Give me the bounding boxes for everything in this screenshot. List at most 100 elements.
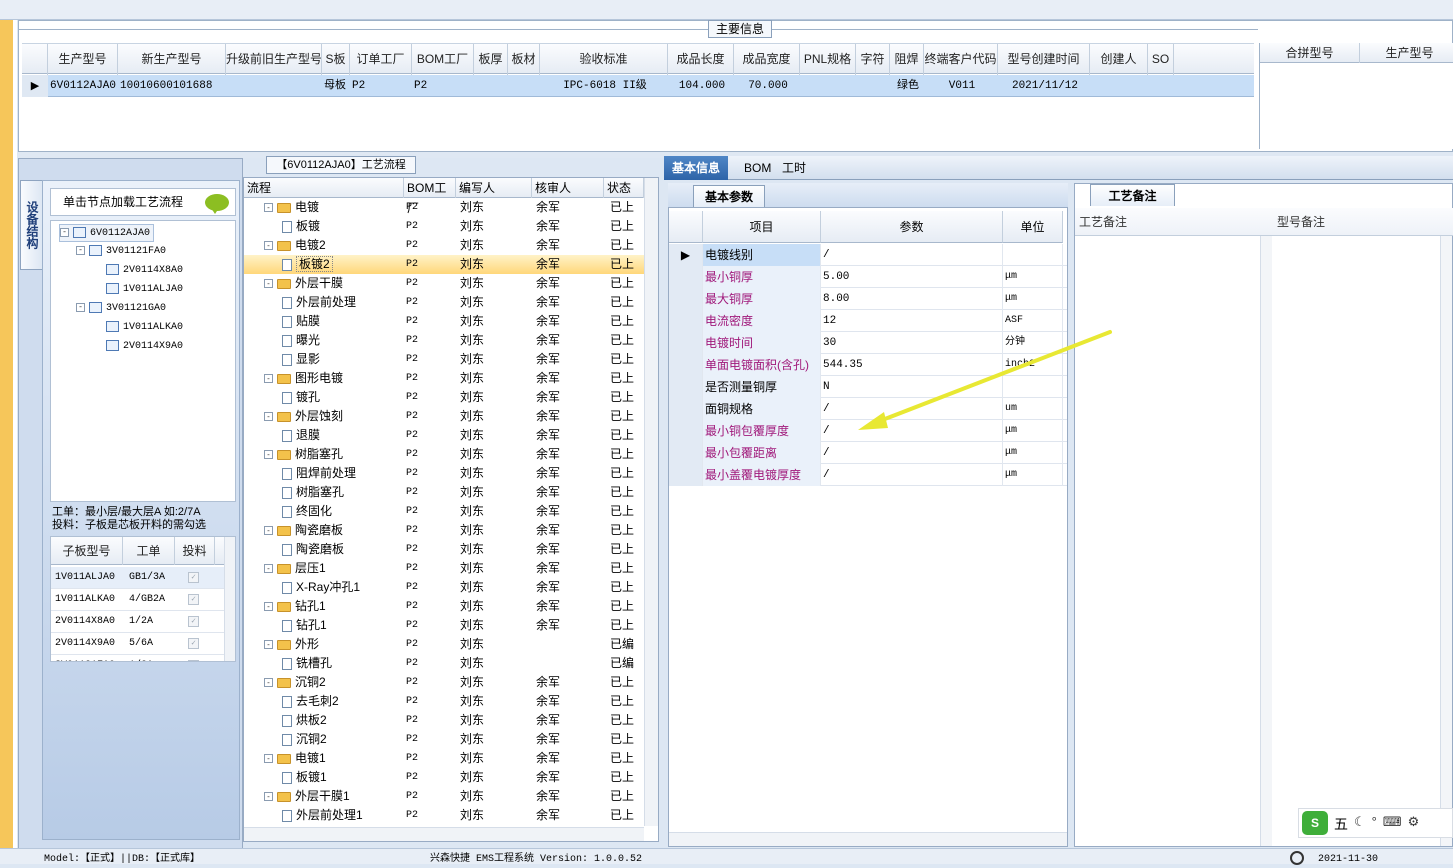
collapse-icon[interactable]: - xyxy=(76,302,85,312)
collapse-icon[interactable]: - xyxy=(264,412,273,422)
tab-work-hours[interactable]: 工时 xyxy=(774,156,814,180)
process-step[interactable]: 板镀2 P2 刘东 余军 已上 xyxy=(244,255,644,274)
collapse-icon[interactable]: - xyxy=(264,374,273,384)
column-header[interactable]: 编写人 xyxy=(456,178,532,198)
process-group[interactable]: - 树脂塞孔 P2 刘东 余军 已上 xyxy=(244,445,644,464)
column-header[interactable]: 板厚 xyxy=(474,44,508,75)
feed-checkbox[interactable]: ✓ xyxy=(188,572,199,583)
collapse-icon[interactable]: - xyxy=(264,279,273,289)
row-cell[interactable]: 绿色 xyxy=(890,75,924,97)
row-cell[interactable]: 10010600101688 xyxy=(118,75,226,97)
process-group[interactable]: - 沉铜2 P2 刘东 余军 已上 xyxy=(244,673,644,692)
process-step[interactable]: 曝光 P2 刘东 余军 已上 xyxy=(244,331,644,350)
row-cell[interactable]: P2 xyxy=(350,75,412,97)
column-header[interactable]: 升级前旧生产型号 xyxy=(226,44,322,75)
tab-basic-info[interactable]: 基本信息 xyxy=(664,156,729,180)
column-header[interactable]: 成品长度 xyxy=(668,44,734,75)
column-header[interactable]: BOM工厂 xyxy=(412,44,474,75)
column-header[interactable]: 成品宽度 xyxy=(734,44,800,75)
column-header[interactable]: 子板型号 xyxy=(51,537,123,565)
process-step[interactable]: 陶瓷磨板 P2 刘东 余军 已上 xyxy=(244,540,644,559)
row-cell[interactable]: V011 xyxy=(924,75,998,97)
param-hscroll[interactable] xyxy=(669,832,1067,846)
param-value[interactable]: 8.00 xyxy=(821,288,1003,310)
process-group[interactable]: - 外形 P2 刘东 已编 xyxy=(244,635,644,654)
collapse-icon[interactable]: - xyxy=(264,203,273,213)
row-cell[interactable]: 70.000 xyxy=(734,75,800,97)
process-step[interactable]: 沉铜2 P2 刘东 余军 已上 xyxy=(244,730,644,749)
sub-board-row[interactable]: 2V0114X8A0 1/2A ✓ xyxy=(51,611,227,633)
row-cell[interactable] xyxy=(474,75,508,97)
tab-basic-params[interactable]: 基本参数 xyxy=(693,185,765,207)
sub-board-row[interactable]: 1V011ALKA0 4/GB2A ✓ xyxy=(51,589,227,611)
column-header[interactable]: 项目 xyxy=(703,211,821,243)
process-step[interactable]: 板镀1 P2 刘东 余军 已上 xyxy=(244,768,644,787)
process-step[interactable]: 镀孔 P2 刘东 余军 已上 xyxy=(244,388,644,407)
row-cell[interactable] xyxy=(800,75,856,97)
column-header[interactable]: 生产型号 xyxy=(1360,43,1453,63)
process-step[interactable]: 终固化 P2 刘东 余军 已上 xyxy=(244,502,644,521)
collapse-icon[interactable]: - xyxy=(264,678,273,688)
param-row[interactable]: 最小盖覆电镀厚度 / μm xyxy=(669,464,1067,486)
row-cell[interactable] xyxy=(1090,75,1148,97)
sub-grid-scrollbar[interactable] xyxy=(224,537,235,661)
row-cell[interactable]: 104.000 xyxy=(668,75,734,97)
column-header[interactable]: 工单 xyxy=(123,537,175,565)
feed-checkbox[interactable]: ✓ xyxy=(188,594,199,605)
tree-node[interactable]: 2V0114X8A0 xyxy=(93,262,183,280)
collapse-icon[interactable]: - xyxy=(264,640,273,650)
sub-board-row[interactable]: 1V011ALJA0 GB1/3A ✓ xyxy=(51,567,227,589)
process-hscroll[interactable] xyxy=(244,827,644,841)
tab-bom[interactable]: BOM xyxy=(736,156,779,180)
column-header[interactable]: 状态 xyxy=(604,178,644,198)
tree-node[interactable]: 2V0114X9A0 xyxy=(93,338,183,356)
row-cell[interactable]: 6V0112AJA0 xyxy=(48,75,118,97)
feed-checkbox[interactable]: ✓ xyxy=(188,616,199,627)
column-header[interactable]: 投料 xyxy=(175,537,215,565)
collapse-icon[interactable]: - xyxy=(264,241,273,251)
notes-scrollbar[interactable] xyxy=(1260,236,1272,846)
process-step[interactable]: 去毛刺2 P2 刘东 余军 已上 xyxy=(244,692,644,711)
collapse-icon[interactable]: - xyxy=(264,602,273,612)
column-header[interactable]: 合拼型号 xyxy=(1260,43,1360,63)
tree-node[interactable]: - 3V01121GA0 xyxy=(76,300,166,318)
sub-board-row[interactable]: 2V0114X9A0 5/6A ✓ xyxy=(51,633,227,655)
process-group[interactable]: - 电镀2 P2 刘东 余军 已上 xyxy=(244,236,644,255)
process-step[interactable]: X-Ray冲孔1 P2 刘东 余军 已上 xyxy=(244,578,644,597)
process-group[interactable]: - 外层蚀刻 P2 刘东 余军 已上 xyxy=(244,407,644,426)
param-value[interactable]: / xyxy=(821,464,1003,486)
tab-process-notes[interactable]: 工艺备注 xyxy=(1090,184,1175,206)
process-step[interactable]: 树脂塞孔 P2 刘东 余军 已上 xyxy=(244,483,644,502)
process-group[interactable]: - 钻孔1 P2 刘东 余军 已上 xyxy=(244,597,644,616)
ime-mode[interactable]: 五 xyxy=(1334,814,1348,834)
row-cell[interactable]: 2021/11/12 xyxy=(998,75,1090,97)
column-header[interactable]: 验收标准 xyxy=(540,44,668,75)
param-row[interactable]: 最大铜厚 8.00 μm xyxy=(669,288,1067,310)
main-grid-row[interactable]: ▶ 6V0112AJA0 10010600101688 母板 P2 P2 IPC-6018 … xyxy=(22,75,1254,97)
column-header[interactable]: 板材 xyxy=(508,44,540,75)
column-header[interactable]: BOM工厂 xyxy=(404,178,456,215)
device-structure-tab[interactable]: 设备结构 xyxy=(20,180,42,270)
process-vscroll[interactable] xyxy=(644,178,658,826)
process-group[interactable]: - 层压1 P2 刘东 余军 已上 xyxy=(244,559,644,578)
collapse-icon[interactable]: - xyxy=(264,754,273,764)
row-cell[interactable] xyxy=(1148,75,1174,97)
process-step[interactable]: 外层前处理1 P2 刘东 余军 已上 xyxy=(244,806,644,825)
column-header[interactable]: 流程 xyxy=(244,178,404,198)
tree-node[interactable]: 1V011ALJA0 xyxy=(93,281,183,299)
process-step[interactable]: 铣槽孔 P2 刘东 已编 xyxy=(244,654,644,673)
column-header[interactable]: 单位 xyxy=(1003,211,1063,243)
column-header[interactable]: PNL规格 xyxy=(800,44,856,75)
collapse-icon[interactable]: - xyxy=(264,526,273,536)
param-row[interactable]: 最小铜厚 5.00 μm xyxy=(669,266,1067,288)
tree-node[interactable]: 1V011ALKA0 xyxy=(93,319,183,337)
tree-node[interactable]: - 6V0112AJA0 xyxy=(59,224,155,242)
process-step[interactable]: 板镀 P2 刘东 余军 已上 xyxy=(244,217,644,236)
process-group[interactable]: - 图形电镀 P2 刘东 余军 已上 xyxy=(244,369,644,388)
param-value[interactable]: / xyxy=(821,244,1003,266)
row-cell[interactable]: IPC-6018 II级 xyxy=(540,75,668,97)
column-header[interactable]: 核审人 xyxy=(532,178,604,198)
collapse-icon[interactable]: - xyxy=(60,227,69,237)
process-step[interactable]: 退膜 P2 刘东 余军 已上 xyxy=(244,426,644,445)
process-group[interactable]: - 电镀 P2 刘东 余军 已上 xyxy=(244,198,644,217)
